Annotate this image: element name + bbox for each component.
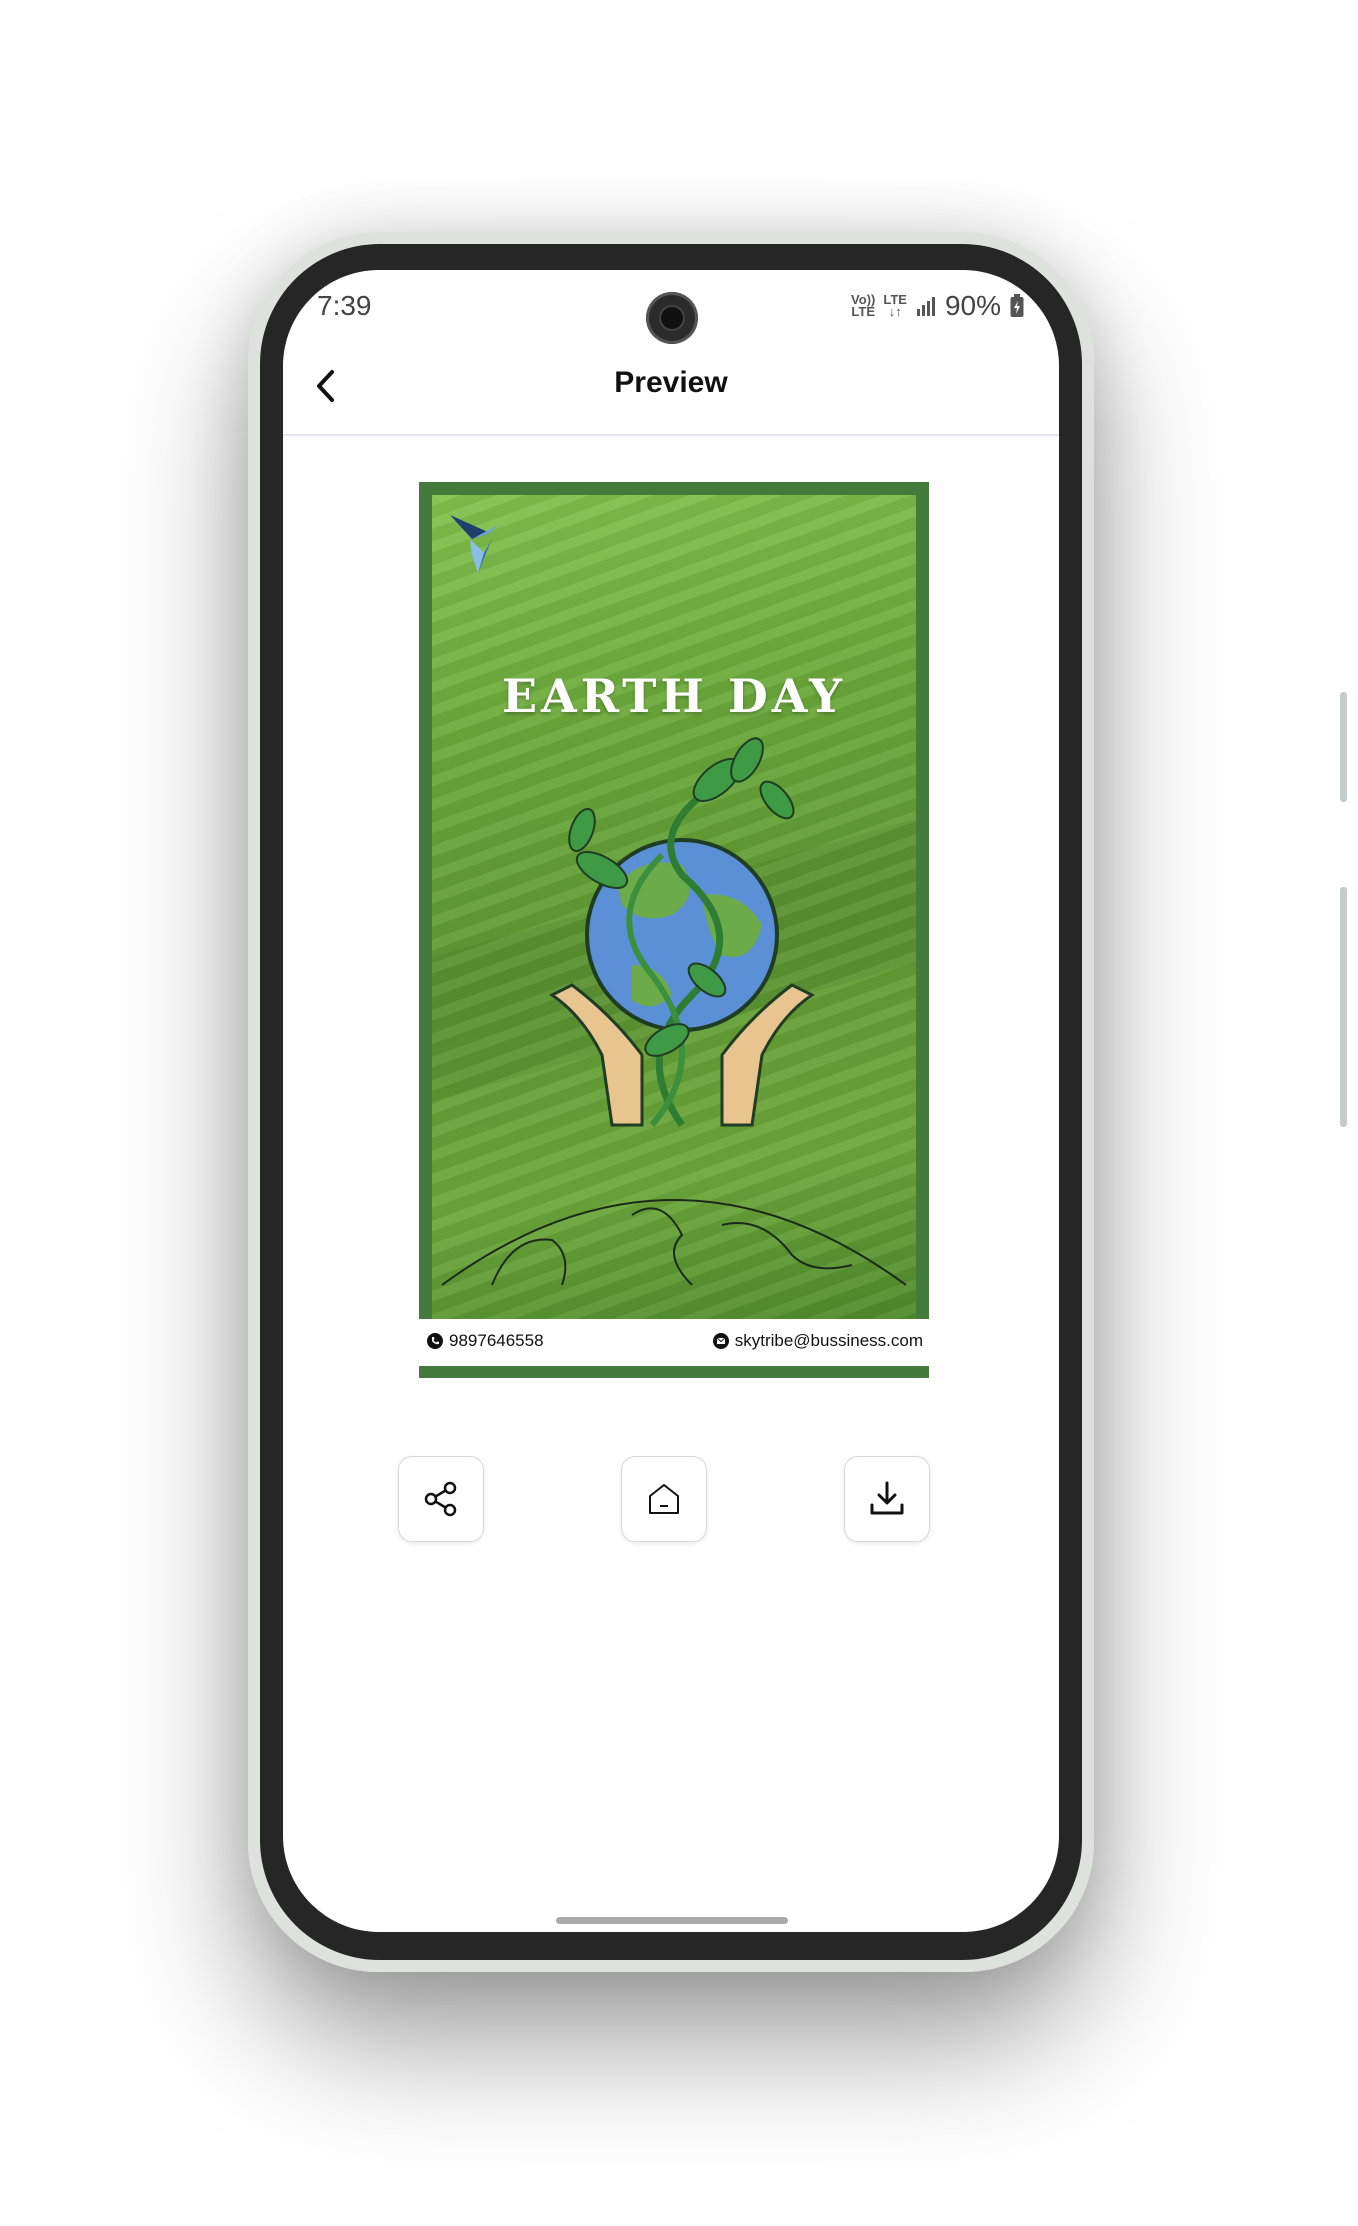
home-indicator [556,1917,788,1924]
contact-email: skytribe@bussiness.com [712,1331,923,1351]
volte-indicator: Vo)) LTE [851,293,875,319]
volte-sub-label: LTE [851,304,875,319]
contact-phone: 9897646558 [427,1331,544,1351]
share-button[interactable] [398,1456,484,1542]
bird-icon [450,515,498,573]
lte-indicator: LTE ↓↑ [883,293,907,319]
home-button[interactable] [621,1456,707,1542]
download-icon [870,1481,904,1515]
poster-illustration [441,515,907,1286]
contact-phone-number: 9897646558 [449,1331,544,1350]
contact-strip: 9897646558 skytribe@bussiness.com [419,1319,929,1366]
signal-icon [916,297,935,316]
lte-arrows: ↓↑ [888,304,902,319]
page-title: Preview [614,366,728,399]
battery-charging-icon [1010,294,1024,317]
email-icon [712,1333,729,1349]
phone-icon [427,1333,443,1349]
download-button[interactable] [844,1456,930,1542]
status-time: 7:39 [317,290,372,321]
poster-footer-bar [419,1366,929,1378]
battery-percent: 90% [944,290,1001,321]
poster-preview: EARTH DAY 9897646558 skytribe@bussiness.… [419,482,929,1378]
poster-title: EARTH DAY [501,669,846,723]
app-bar: Preview [283,336,1059,436]
volume-button [1340,887,1347,1127]
power-button [1340,692,1347,802]
poster-artwork: EARTH DAY [432,495,916,1319]
status-indicators: Vo)) LTE LTE ↓↑ 90% [851,290,1025,322]
home-icon [649,1484,679,1514]
share-icon [424,1481,457,1517]
contact-email-address: skytribe@bussiness.com [734,1331,923,1350]
